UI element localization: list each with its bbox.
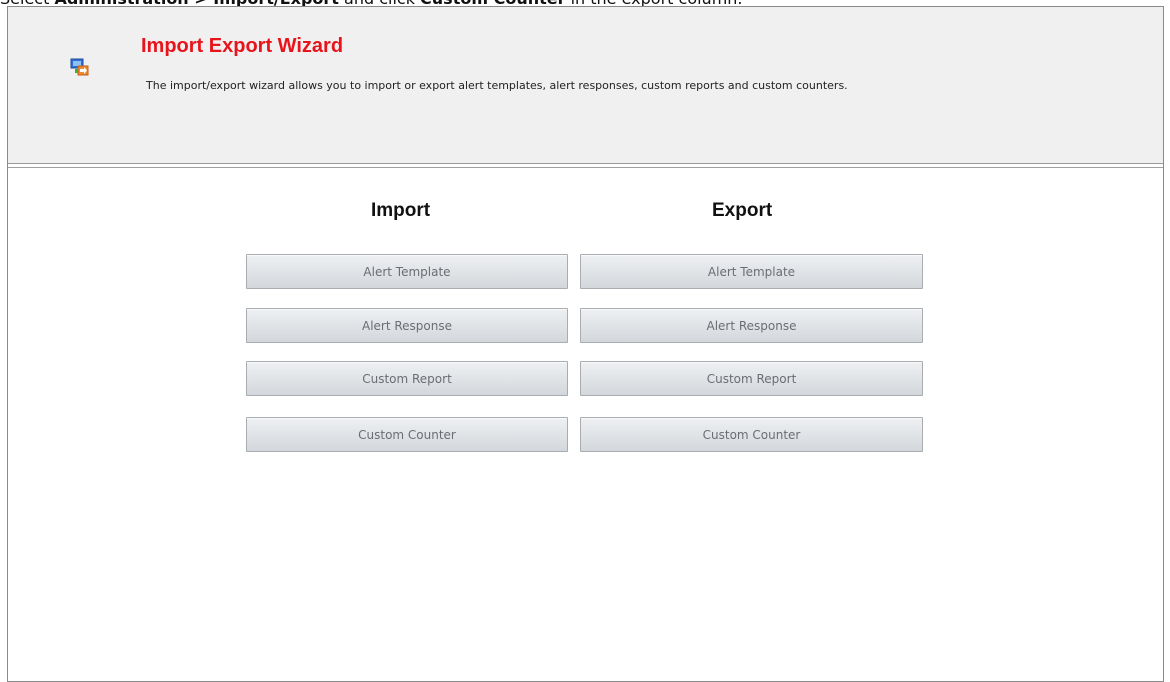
- import-alert-response-button[interactable]: Alert Response: [246, 308, 568, 343]
- import-custom-counter-button[interactable]: Custom Counter: [246, 417, 568, 452]
- export-custom-counter-button[interactable]: Custom Counter: [580, 417, 923, 452]
- import-export-wizard-icon: [70, 58, 89, 76]
- wizard-title: Import Export Wizard: [141, 35, 344, 57]
- wizard-header: Import Export Wizard The import/export w…: [8, 7, 1163, 164]
- import-alert-template-button[interactable]: Alert Template: [246, 254, 568, 289]
- export-heading: Export: [712, 200, 773, 221]
- header-divider: [8, 167, 1163, 168]
- export-custom-report-button[interactable]: Custom Report: [580, 361, 923, 396]
- import-custom-report-button[interactable]: Custom Report: [246, 361, 568, 396]
- import-export-wizard-window: Import Export Wizard The import/export w…: [7, 6, 1164, 682]
- import-heading: Import: [371, 200, 431, 221]
- wizard-description: The import/export wizard allows you to i…: [146, 79, 848, 92]
- export-alert-response-button[interactable]: Alert Response: [580, 308, 923, 343]
- export-alert-template-button[interactable]: Alert Template: [580, 254, 923, 289]
